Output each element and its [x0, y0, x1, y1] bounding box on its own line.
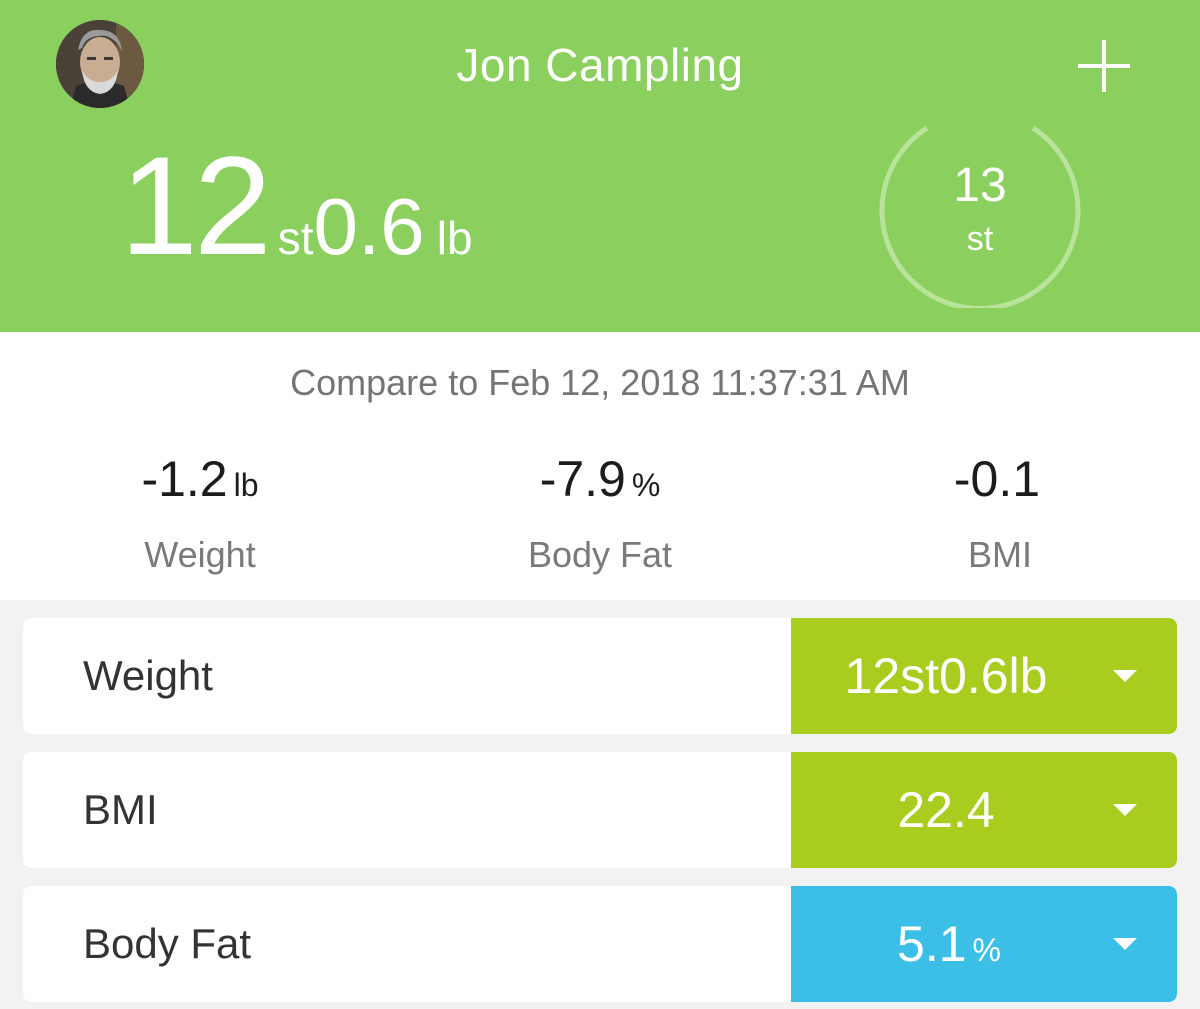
compare-section: Compare to Feb 12, 2018 11:37:31 AM -1.2…	[0, 332, 1200, 600]
caret-down-icon[interactable]	[1113, 670, 1137, 682]
metric-value-box[interactable]: 22.4	[791, 752, 1177, 868]
stat-value: -7.9	[539, 451, 626, 507]
weight-stones: 12	[120, 127, 272, 284]
metric-value: 22.4	[791, 752, 1107, 868]
metric-value: 5.1%	[791, 886, 1107, 1002]
metric-value-box[interactable]: 5.1%	[791, 886, 1177, 1002]
weight-stones-unit: st	[277, 212, 314, 264]
weight-pounds-unit: lb	[436, 212, 473, 264]
metric-value-number: 12st0.6lb	[844, 648, 1048, 704]
metric-card-weight[interactable]: Weight 12st0.6lb	[23, 618, 1177, 734]
add-button[interactable]	[1072, 34, 1136, 98]
metric-value-box[interactable]: 12st0.6lb	[791, 618, 1177, 734]
stat-label: Weight	[144, 534, 256, 575]
metric-value-number: 5.1	[897, 916, 967, 972]
stat-weight-change: -1.2 lb Weight	[0, 450, 400, 576]
stat-bmi-change: -0.1 BMI	[800, 450, 1200, 576]
goal-ring[interactable]	[874, 122, 1086, 308]
caret-down-icon[interactable]	[1113, 804, 1137, 816]
metric-value-unit: %	[972, 932, 1001, 968]
metric-value: 12st0.6lb	[791, 618, 1107, 734]
compare-date: Compare to Feb 12, 2018 11:37:31 AM	[290, 362, 910, 403]
stat-label: BMI	[967, 534, 1032, 575]
stat-bodyfat-change: -7.9% Body Fat	[400, 450, 800, 576]
stat-value: -0.1	[953, 451, 1041, 507]
metric-name: Weight	[83, 652, 213, 699]
metric-name: Body Fat	[83, 920, 252, 967]
goal-value: 13	[953, 159, 1007, 212]
stat-label: Body Fat	[527, 534, 673, 575]
metric-card-bmi[interactable]: BMI 22.4	[23, 752, 1177, 868]
stat-unit: lb	[233, 467, 259, 503]
caret-down-icon[interactable]	[1113, 938, 1137, 950]
stat-value: -1.2	[141, 451, 228, 507]
weight-pounds: 0.6	[313, 182, 425, 271]
metric-card-body-fat[interactable]: Body Fat 5.1%	[23, 886, 1177, 1002]
user-name: Jon Campling	[456, 39, 744, 91]
stat-unit: %	[631, 467, 661, 503]
header: Jon Campling 12 st0.6 lb 13 st	[0, 0, 1200, 332]
metric-name: BMI	[83, 786, 158, 833]
goal-unit: st	[966, 220, 994, 258]
plus-icon	[1078, 40, 1130, 92]
metric-value-number: 22.4	[897, 782, 995, 838]
current-weight: 12 st0.6 lb	[120, 136, 473, 276]
